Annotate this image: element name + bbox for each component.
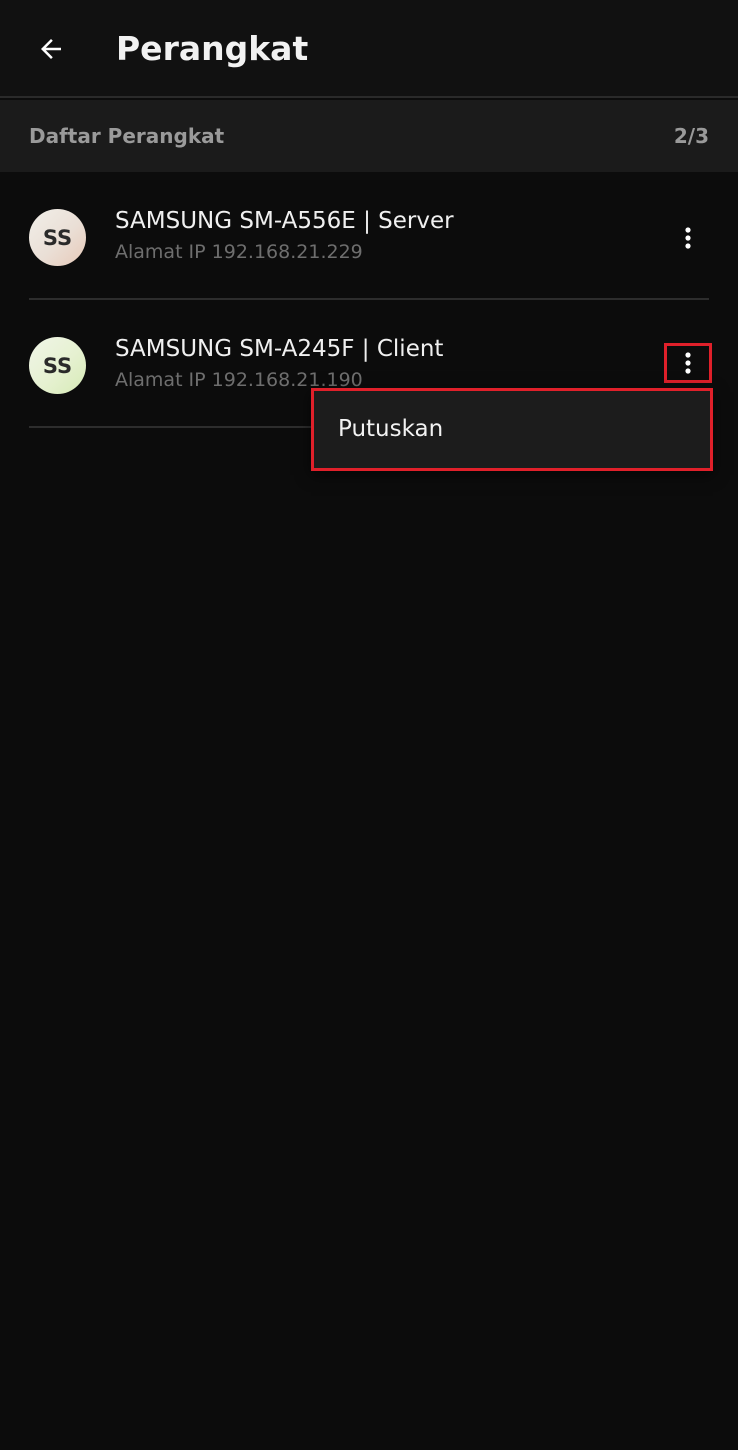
- device-ip-address: Alamat IP 192.168.21.229: [115, 241, 363, 263]
- section-title: Daftar Perangkat: [29, 124, 225, 148]
- device-list-header: Daftar Perangkat 2/3: [0, 100, 738, 172]
- arrow-left-icon: [41, 39, 61, 59]
- more-vertical-icon: [685, 227, 691, 249]
- device-menu-button[interactable]: [664, 343, 712, 383]
- more-vertical-icon: [685, 352, 691, 374]
- device-menu-button[interactable]: [664, 218, 712, 258]
- device-count: 2/3: [673, 124, 709, 148]
- device-list-item[interactable]: SS SAMSUNG SM-A556E | Server Alamat IP 1…: [0, 172, 738, 300]
- context-menu: Putuskan: [311, 388, 713, 471]
- back-button[interactable]: [26, 24, 76, 74]
- disconnect-menu-item[interactable]: Putuskan: [338, 391, 443, 468]
- avatar: SS: [29, 209, 86, 266]
- page-title: Perangkat: [116, 29, 309, 68]
- device-name: SAMSUNG SM-A556E | Server: [115, 208, 454, 234]
- device-name: SAMSUNG SM-A245F | Client: [115, 336, 444, 362]
- avatar: SS: [29, 337, 86, 394]
- app-bar: Perangkat: [0, 0, 738, 98]
